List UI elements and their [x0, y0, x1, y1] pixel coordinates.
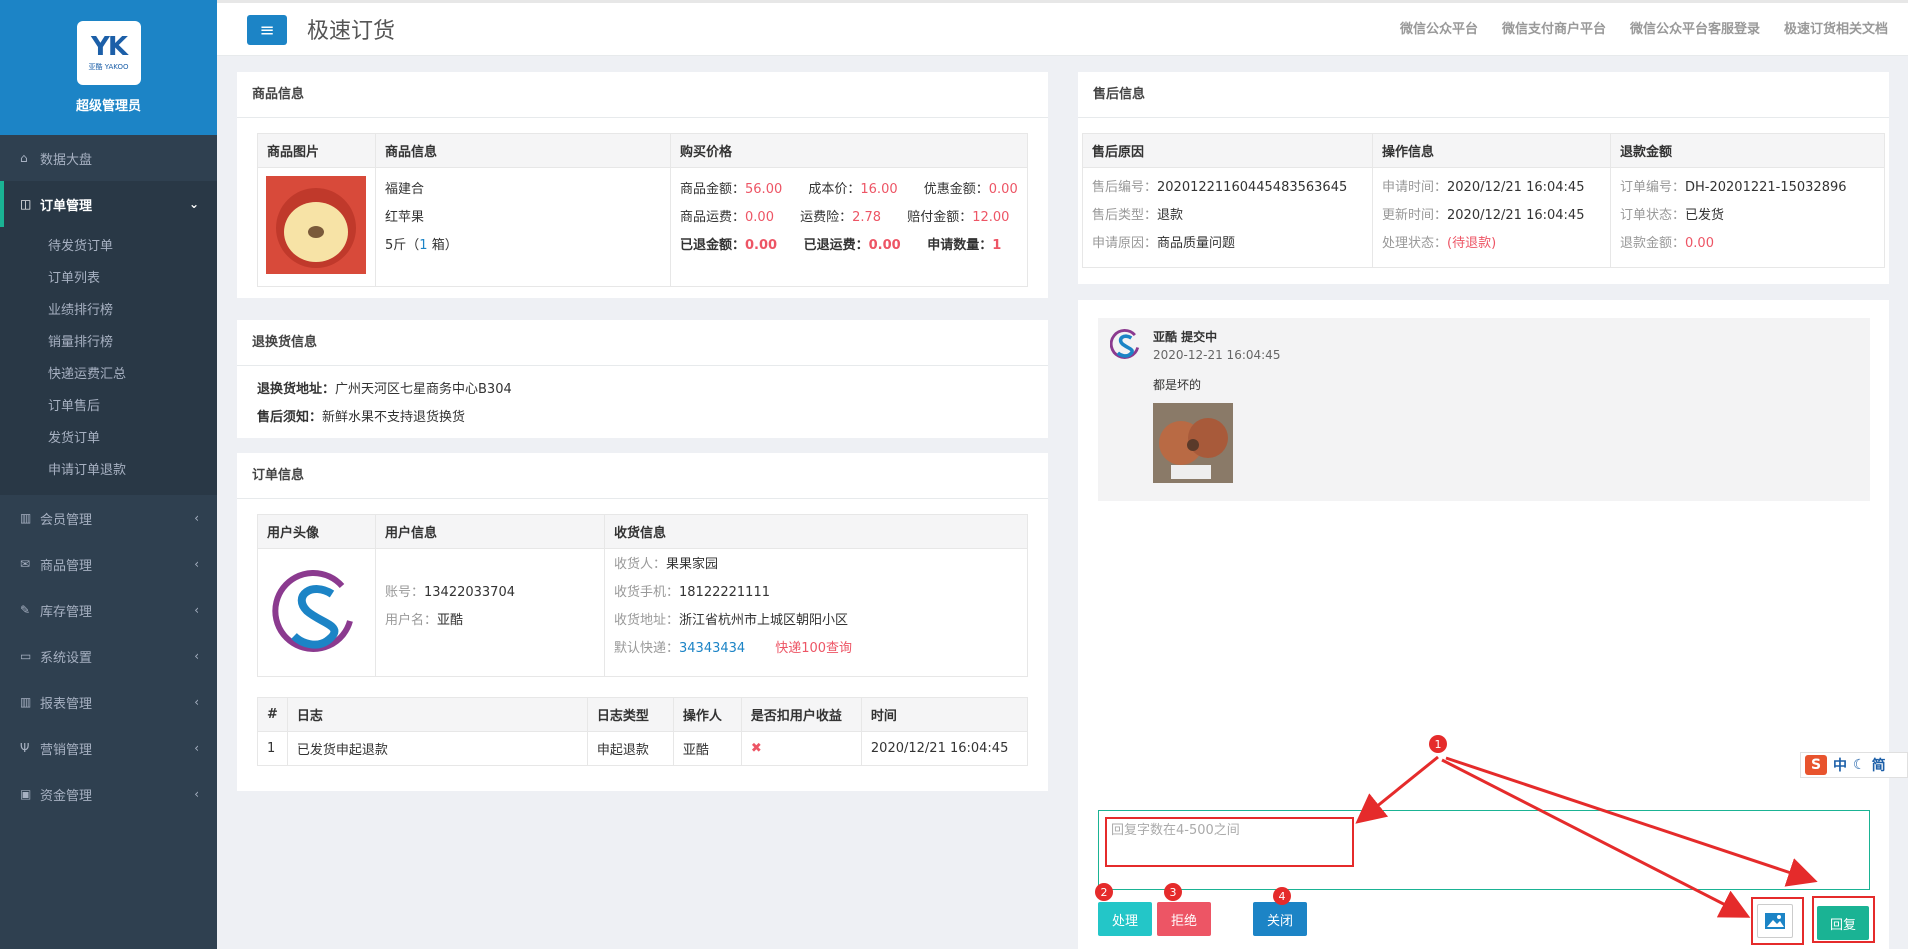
ime-mode: 简 — [1871, 758, 1886, 774]
sogou-icon: S — [1805, 755, 1827, 775]
annotation-badge-4: 4 — [1273, 887, 1291, 905]
annotation-badge-2: 2 — [1095, 883, 1113, 901]
moon-icon: ☾ — [1853, 757, 1866, 773]
ime-toolbar[interactable]: S 中 ☾ 简 — [1800, 752, 1908, 778]
annotation-badge-1: 1 — [1429, 735, 1447, 753]
ime-lang: 中 — [1833, 758, 1847, 774]
annotation-badge-3: 3 — [1164, 883, 1182, 901]
annotation-arrows — [1355, 755, 1818, 918]
